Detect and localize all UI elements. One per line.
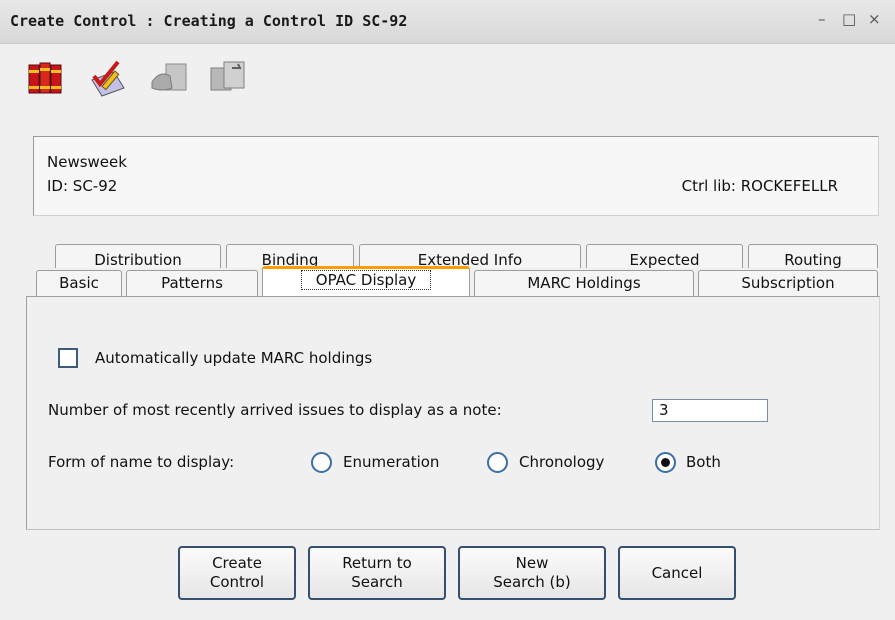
tab-expected[interactable]: Expected — [586, 244, 743, 268]
auto-update-checkbox[interactable] — [58, 348, 78, 368]
hand-document-icon[interactable] — [150, 58, 190, 98]
return-to-search-line2: Search — [351, 573, 403, 591]
tab-routing[interactable]: Routing — [748, 244, 878, 268]
minimize-icon[interactable]: – — [818, 10, 826, 28]
maximize-icon[interactable]: □ — [842, 10, 856, 28]
checklist-pen-icon[interactable] — [88, 58, 128, 98]
enumeration-label: Enumeration — [343, 453, 440, 471]
return-to-search-button[interactable]: Return to Search — [308, 546, 446, 600]
close-icon[interactable]: × — [868, 10, 881, 28]
radio-selected-dot — [661, 458, 670, 467]
tab-marc-holdings[interactable]: MARC Holdings — [474, 270, 694, 296]
cancel-label: Cancel — [651, 563, 703, 582]
create-control-line1: Create — [212, 554, 262, 572]
tab-subscription[interactable]: Subscription — [698, 270, 878, 296]
title-bar: Create Control : Creating a Control ID S… — [0, 0, 895, 44]
new-search-button[interactable]: New Search (b) — [458, 546, 606, 600]
chronology-label: Chronology — [519, 453, 605, 471]
tab-distribution[interactable]: Distribution — [55, 244, 221, 268]
cancel-button[interactable]: Cancel — [618, 546, 736, 600]
tab-binding[interactable]: Binding — [226, 244, 354, 268]
create-control-button[interactable]: Create Control — [178, 546, 296, 600]
new-search-line1: New — [515, 554, 549, 572]
window-title: Create Control : Creating a Control ID S… — [10, 12, 408, 30]
auto-update-label: Automatically update MARC holdings — [95, 349, 373, 367]
opac-display-panel: Automatically update MARC holdings Numbe… — [26, 296, 880, 530]
recent-issues-label: Number of most recently arrived issues t… — [48, 401, 502, 419]
tab-basic[interactable]: Basic — [36, 270, 122, 296]
new-search-line2: Search (b) — [493, 573, 571, 591]
tab-extended-info[interactable]: Extended Info — [359, 244, 581, 268]
form-name-label: Form of name to display: — [48, 453, 235, 471]
tab-opac-display[interactable]: OPAC Display — [262, 266, 470, 296]
return-to-search-line1: Return to — [342, 554, 412, 572]
copy-documents-icon[interactable] — [208, 58, 248, 98]
chronology-radio[interactable] — [487, 452, 508, 473]
serial-title: Newsweek — [47, 153, 127, 171]
tab-patterns[interactable]: Patterns — [126, 270, 258, 296]
books-icon[interactable] — [26, 58, 66, 98]
control-id: ID: SC-92 — [47, 177, 118, 195]
enumeration-radio[interactable] — [311, 452, 332, 473]
control-library: Ctrl lib: ROCKEFELLR — [681, 177, 838, 195]
control-info-box: Newsweek ID: SC-92 Ctrl lib: ROCKEFELLR — [33, 136, 879, 216]
create-control-line2: Control — [209, 573, 265, 591]
both-radio[interactable] — [655, 452, 676, 473]
both-label: Both — [686, 453, 721, 471]
toolbar — [0, 44, 895, 114]
tab-opac-display-label: OPAC Display — [300, 270, 432, 290]
recent-issues-input[interactable]: 3 — [652, 399, 768, 422]
